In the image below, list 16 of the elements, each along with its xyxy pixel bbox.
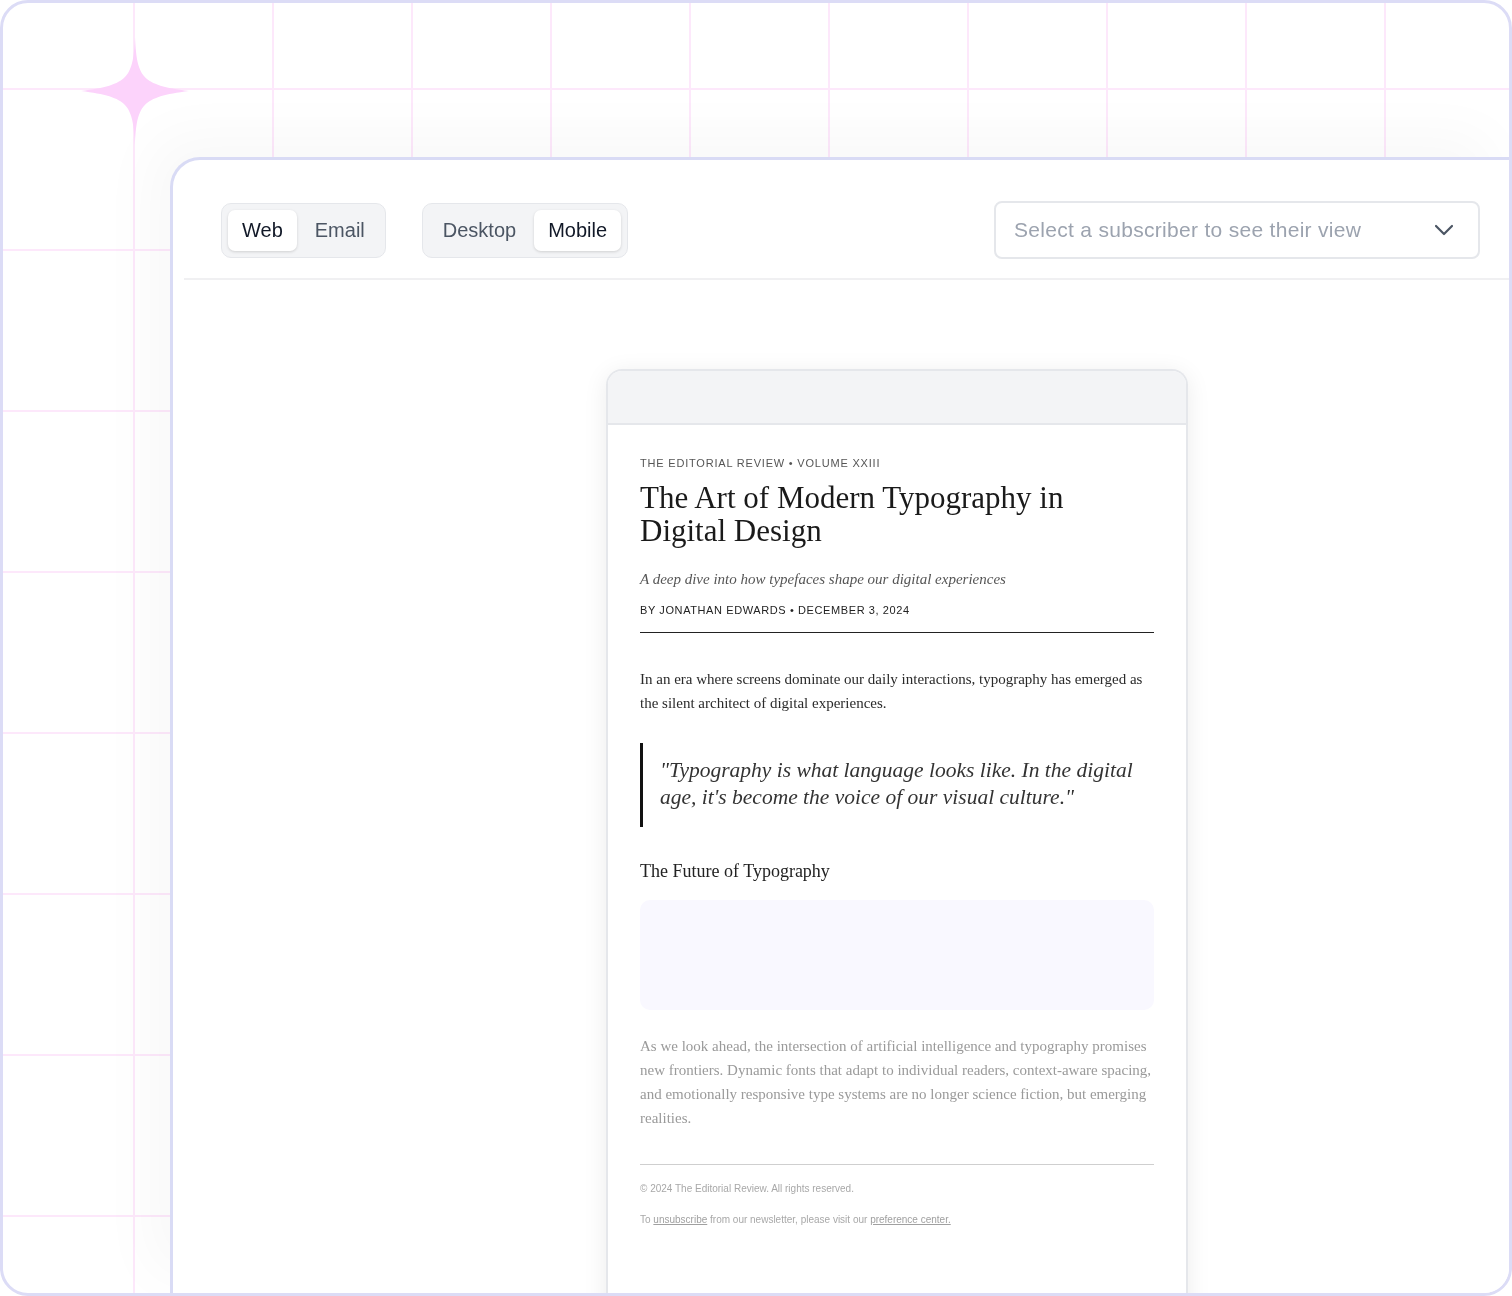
unsubscribe-notice: To unsubscribe from our newsletter, please visit our preference center. (640, 1214, 952, 1225)
kicker: THE EDITORIAL REVIEW • VOLUME XXIII (640, 457, 882, 469)
paragraph: In an era where screens dominate our daily interactions, typography has emerged as the silent architect of digital experiences. (640, 670, 1144, 713)
copyright: © 2024 The Editorial Review. All rights reserved. (640, 1183, 855, 1194)
segment-option[interactable]: Desktop (428, 209, 531, 251)
subtitle: A deep dive into how typefaces shape our digital experiences (640, 571, 1007, 588)
paragraph: As we look ahead, the intersection of artificial intelligence and typography promises new frontiers. Dynamic fonts that adapt to individual readers, context-aware spacing, and emotionally responsive type systems are no longer science fiction, but emerging realities. (640, 1037, 1153, 1128)
segment-option[interactable]: Email (300, 209, 379, 251)
section-heading: The Future of Typography (640, 861, 831, 882)
article-title: The Art of Modern Typography in Digital Design (640, 481, 1065, 547)
subscriber-select[interactable]: Select a subscriber to see their view (994, 201, 1480, 259)
pull-quote: "Typography is what language looks like. In the digital age, it's become the voice of our visual culture." (640, 743, 1154, 827)
segment-option[interactable]: Mobile (534, 209, 622, 251)
byline: BY JONATHAN EDWARDS • DECEMBER 3, 2024 (640, 604, 1154, 633)
chevron-down-icon (1434, 224, 1454, 236)
segment-option[interactable]: Web (228, 209, 297, 251)
